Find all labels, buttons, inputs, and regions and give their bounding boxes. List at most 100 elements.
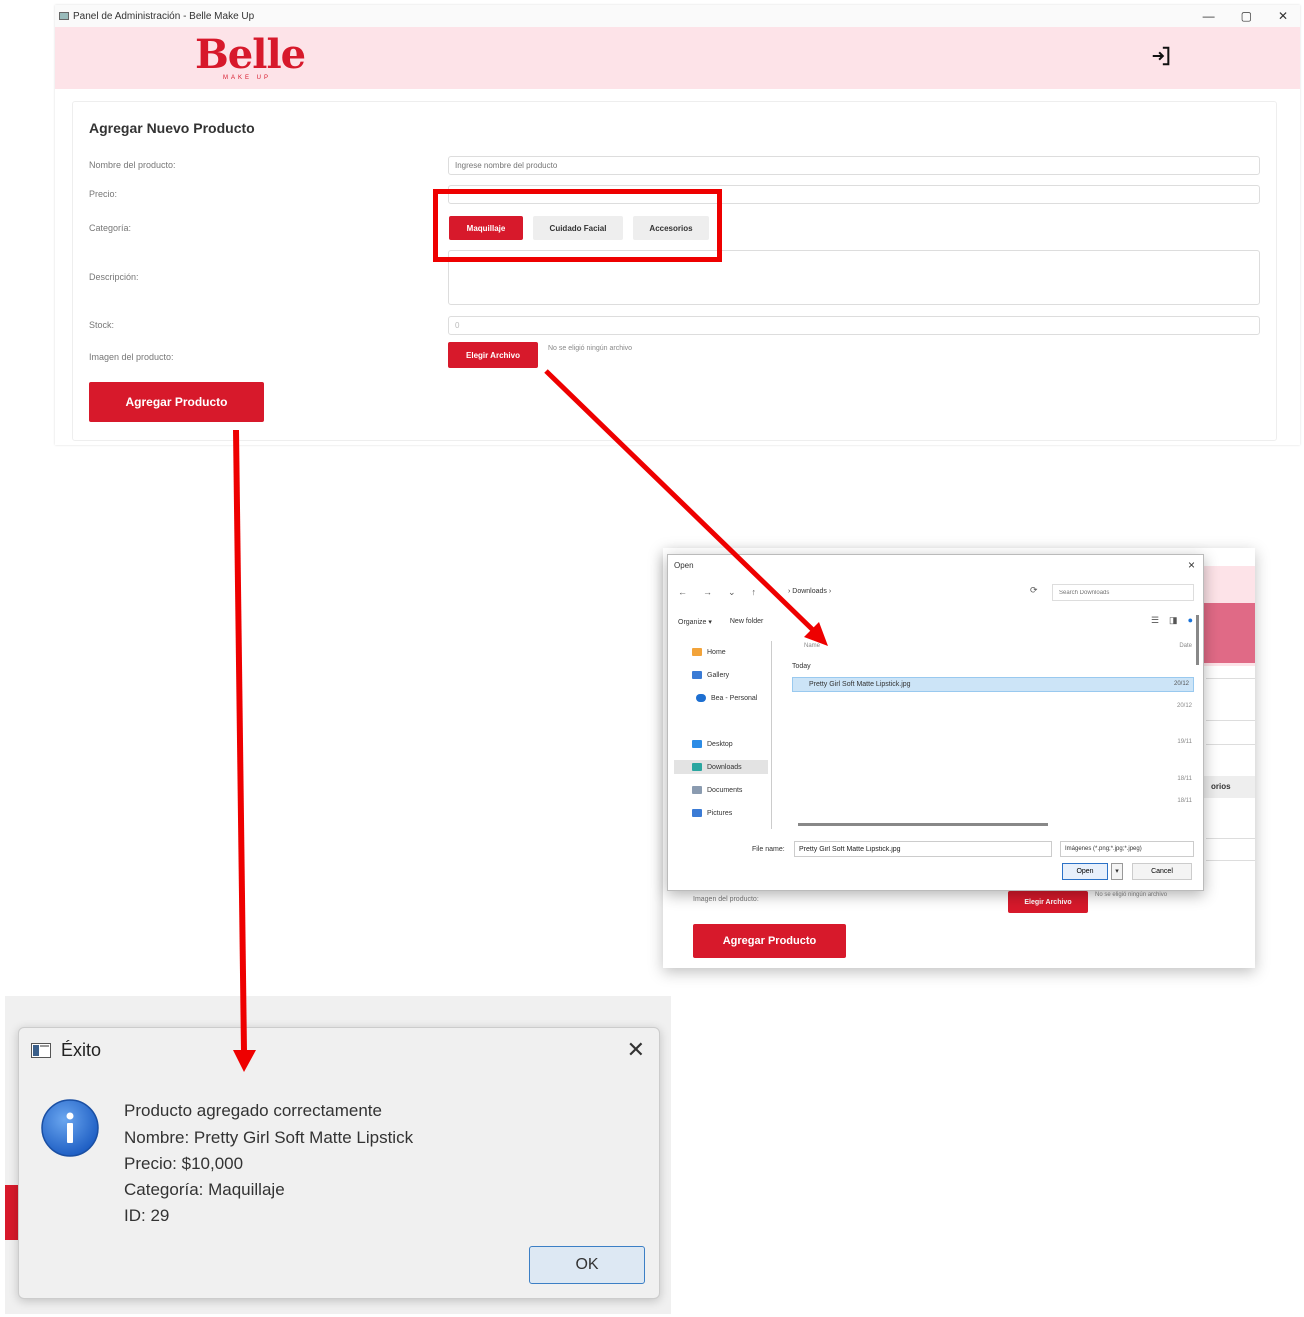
background-no-file-text: No se eligió ningún archivo [1095, 892, 1168, 898]
product-price-line: Precio: $10,000 [124, 1154, 244, 1173]
nav-item-downloads[interactable]: Downloads [674, 760, 768, 774]
dialog-title: Open [674, 561, 694, 570]
background-category-button: orios [1203, 776, 1255, 798]
success-dialog: Éxito ✕ Producto agregado correctamente … [18, 1027, 660, 1299]
up-arrow-icon[interactable]: ↑ [752, 587, 757, 598]
info-icon [41, 1099, 99, 1157]
add-product-form: Agregar Nuevo Producto Nombre del produc… [72, 101, 1277, 441]
form-title: Agregar Nuevo Producto [89, 120, 255, 136]
open-file-dialog: Open × ← → ⌄ ↑ › Downloads › ⟳ Organize … [667, 554, 1204, 891]
document-icon [692, 786, 702, 794]
background-choose-file-button: Elegir Archivo [1008, 891, 1088, 913]
ok-button[interactable]: OK [529, 1246, 645, 1284]
forward-arrow-icon[interactable]: → [703, 587, 712, 598]
background-divider [1206, 838, 1255, 839]
background-red-button-fragment [5, 1185, 19, 1240]
open-button[interactable]: Open [1062, 863, 1108, 880]
brand-logo-subtitle: MAKE UP [223, 75, 272, 81]
close-icon[interactable]: ✕ [627, 1038, 645, 1063]
price-label: Precio: [89, 189, 118, 199]
back-arrow-icon[interactable]: ← [678, 587, 687, 598]
description-label: Descripción: [89, 272, 139, 282]
nav-buttons: ← → ⌄ ↑ [678, 587, 756, 598]
logout-icon[interactable] [1150, 45, 1172, 67]
nav-item-desktop[interactable]: Desktop [692, 737, 768, 751]
background-divider [1206, 744, 1255, 745]
file-date: 20/12 [1176, 703, 1192, 709]
nav-item-documents[interactable]: Documents [692, 783, 768, 797]
home-icon [692, 648, 702, 656]
choose-file-button[interactable]: Elegir Archivo [448, 342, 538, 368]
background-divider [1206, 860, 1255, 861]
product-name-input[interactable] [448, 156, 1260, 175]
add-product-button[interactable]: Agregar Producto [89, 382, 264, 422]
view-options: ☰ ◨ ● [1151, 615, 1193, 626]
view-menu-icon[interactable]: ☰ [1151, 615, 1159, 626]
window-title: Panel de Administración - Belle Make Up [73, 10, 255, 22]
background-divider [1206, 720, 1255, 721]
category-label: Categoría: [89, 223, 132, 233]
background-divider [1206, 678, 1255, 679]
help-icon[interactable]: ● [1188, 615, 1193, 626]
file-name-label: File name: [752, 846, 785, 853]
file-date: 20/12 [1173, 681, 1189, 687]
nav-item-home[interactable]: Home [692, 645, 768, 659]
chevron-down-icon[interactable]: ⌄ [728, 587, 736, 598]
column-header-name[interactable]: Name [804, 643, 820, 649]
vertical-scrollbar[interactable] [1196, 615, 1199, 665]
nav-item-onedrive[interactable]: Bea - Personal [696, 691, 772, 705]
refresh-icon[interactable]: ⟳ [1030, 585, 1038, 596]
gallery-icon [692, 671, 702, 679]
download-icon [692, 763, 702, 771]
app-icon [59, 12, 69, 20]
app-header: Belle MAKE UP [55, 27, 1300, 89]
dialog-titlebar: Open × [668, 555, 1203, 577]
group-header-today[interactable]: Today [792, 663, 811, 670]
annotation-highlight-box [433, 189, 722, 262]
dialog-toolbar: Organize ▾ New folder [678, 618, 763, 626]
close-button[interactable]: ✕ [1278, 9, 1288, 23]
success-message: Producto agregado correctamente [124, 1101, 382, 1120]
organize-menu[interactable]: Organize ▾ [678, 618, 712, 626]
file-name: Pretty Girl Soft Matte Lipstick.jpg [809, 681, 911, 688]
cloud-icon [696, 694, 706, 702]
file-type-filter[interactable]: Imágenes (*.png;*.jpg;*.jpeg) [1060, 841, 1194, 857]
pictures-icon [692, 809, 702, 817]
new-folder-button[interactable]: New folder [730, 618, 763, 626]
desktop-icon [692, 740, 702, 748]
stock-input[interactable] [448, 316, 1260, 335]
name-label: Nombre del producto: [89, 160, 176, 170]
background-image-label: Imagen del producto: [693, 896, 759, 903]
file-name-input[interactable] [794, 841, 1052, 857]
product-category-line: Categoría: Maquillaje [124, 1180, 285, 1199]
nav-item-pictures[interactable]: Pictures [692, 806, 768, 820]
product-name-line: Nombre: Pretty Girl Soft Matte Lipstick [124, 1128, 414, 1147]
file-list: Name Date Today Pretty Girl Soft Matte L… [786, 641, 1196, 829]
open-dropdown-icon[interactable]: ▾ [1111, 863, 1123, 880]
nav-item-gallery[interactable]: Gallery [692, 668, 768, 682]
column-header-date[interactable]: Date [1179, 643, 1192, 649]
no-file-text: No se eligió ningún archivo [548, 345, 633, 352]
file-row-selected[interactable]: Pretty Girl Soft Matte Lipstick.jpg 20/1… [792, 677, 1194, 692]
file-date: 18/11 [1177, 776, 1192, 782]
dialog-title: Éxito [61, 1040, 102, 1060]
search-input[interactable] [1052, 584, 1194, 601]
file-date: 19/11 [1177, 739, 1192, 745]
address-bar[interactable]: › Downloads › [788, 584, 1048, 601]
annotation-arrow-to-success [233, 429, 247, 1053]
minimize-button[interactable]: — [1203, 9, 1215, 23]
brand-logo: Belle [195, 31, 306, 78]
app-icon [31, 1043, 51, 1058]
horizontal-scrollbar[interactable] [798, 823, 1048, 826]
window-titlebar: Panel de Administración - Belle Make Up … [55, 5, 1300, 27]
preview-pane-icon[interactable]: ◨ [1169, 615, 1178, 626]
image-label: Imagen del producto: [89, 352, 174, 362]
file-date: 18/11 [1177, 798, 1192, 804]
maximize-button[interactable]: ▢ [1241, 9, 1252, 23]
navigation-pane: Home Gallery Bea - Personal Desktop Down… [672, 641, 772, 829]
cancel-button[interactable]: Cancel [1132, 863, 1192, 880]
product-id-line: ID: 29 [124, 1206, 170, 1225]
dialog-close-button[interactable]: × [1188, 558, 1195, 572]
stock-label: Stock: [89, 320, 115, 330]
background-add-product-button: Agregar Producto [693, 924, 846, 958]
